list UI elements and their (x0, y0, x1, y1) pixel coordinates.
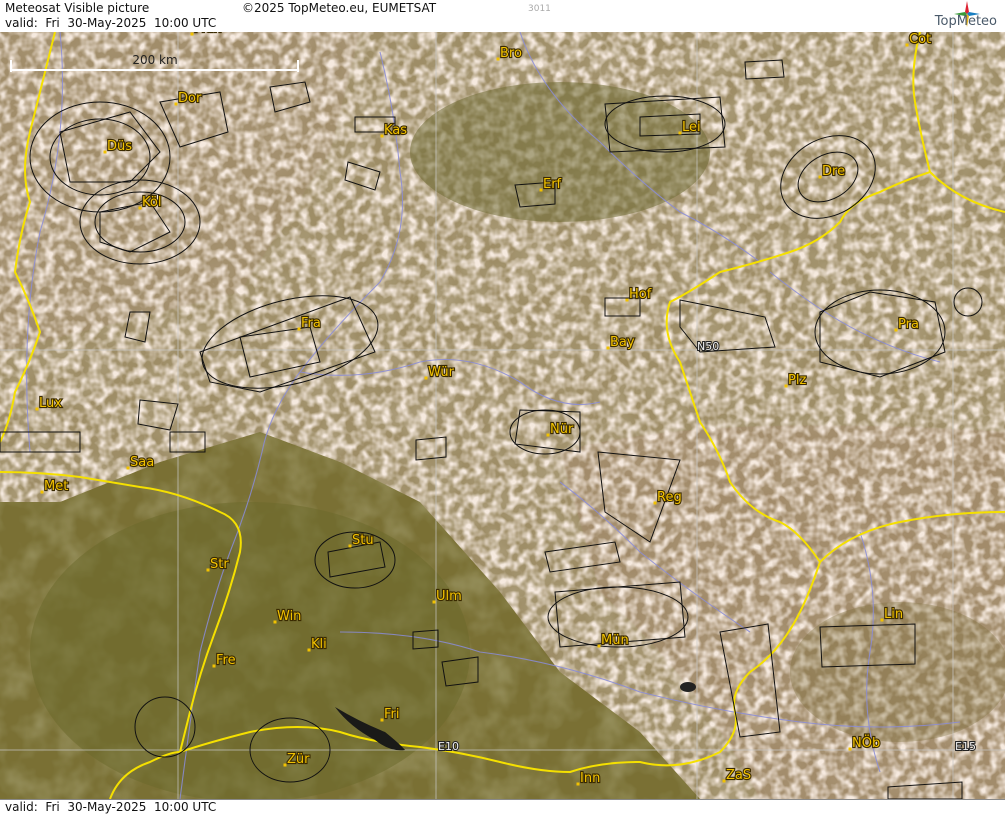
city-label-bro[interactable]: Bro (499, 45, 523, 62)
city-label-munster[interactable]: Mün (193, 32, 223, 37)
footer-bar: valid: Fri 30-May-2025 10:00 UTC (0, 799, 1005, 815)
city-label-bay[interactable]: Bay (609, 334, 636, 351)
city-label-zur[interactable]: Zür (286, 751, 311, 768)
satellite-map[interactable]: 200 km N50 E10 E15 Mün Bro Cot Dor Kas Lei Düs… (0, 32, 1005, 799)
city-label-lei[interactable]: Lei (681, 119, 702, 136)
city-label-dre[interactable]: Dre (821, 163, 846, 180)
product-code: 3011 (528, 4, 551, 14)
scale-label: 200 km (132, 53, 177, 67)
city-label-lux[interactable]: Lux (38, 395, 63, 412)
city-label-fra[interactable]: Fra (300, 315, 322, 332)
city-label-lin[interactable]: Lin (883, 606, 904, 623)
map-frame: Meteosat Visible picture valid: Fri 30-M… (0, 0, 1005, 815)
city-label-ulm[interactable]: Ulm (435, 588, 463, 605)
city-label-zas[interactable]: ZaS (725, 767, 752, 784)
grid-label-n50: N50 (697, 340, 719, 353)
grid-label-e10: E10 (438, 740, 459, 753)
city-label-dus[interactable]: Düs (106, 138, 133, 155)
header-bar: Meteosat Visible picture valid: Fri 30-M… (0, 0, 1005, 33)
city-label-cot[interactable]: Cot (908, 32, 932, 48)
city-label-plz[interactable]: Plz (787, 372, 808, 389)
city-label-nur[interactable]: Nür (549, 421, 575, 438)
logo-text: TopMeteo (934, 14, 997, 29)
city-label-fre[interactable]: Fre (215, 652, 237, 669)
city-label-munich[interactable]: Mün (600, 632, 630, 649)
lake-small (680, 682, 696, 692)
city-label-hof[interactable]: Hof (628, 286, 653, 303)
city-label-wur[interactable]: Wür (427, 364, 456, 381)
city-label-fri[interactable]: Fri (383, 706, 401, 723)
valid-time-top: valid: Fri 30-May-2025 10:00 UTC (5, 16, 217, 30)
city-label-stu[interactable]: Stu (351, 532, 375, 549)
city-label-nob[interactable]: NÖb (851, 733, 881, 752)
city-label-kas[interactable]: Kas (383, 122, 408, 139)
city-label-str[interactable]: Str (209, 556, 231, 573)
city-label-kol[interactable]: Köl (141, 194, 163, 211)
city-label-win[interactable]: Win (276, 608, 303, 625)
city-label-pra[interactable]: Pra (897, 316, 920, 333)
city-label-reg[interactable]: Reg (656, 489, 683, 506)
city-label-dor[interactable]: Dor (177, 90, 203, 107)
city-label-inn[interactable]: Inn (579, 770, 602, 787)
copyright-notice: ©2025 TopMeteo.eu, EUMETSAT (242, 1, 437, 15)
map-canvas[interactable]: 200 km N50 E10 E15 Mün Bro Cot Dor Kas Lei Düs… (0, 32, 1005, 799)
valid-time-bottom: valid: Fri 30-May-2025 10:00 UTC (5, 800, 217, 814)
map-title: Meteosat Visible picture (5, 1, 150, 15)
topmeteo-logo[interactable]: TopMeteo (887, 1, 997, 30)
clear-patch-southeast (790, 602, 1005, 742)
city-label-saa[interactable]: Saa (129, 454, 155, 471)
city-label-kli[interactable]: Kli (310, 636, 328, 653)
city-label-met[interactable]: Met (43, 478, 70, 495)
grid-label-e15: E15 (955, 740, 976, 753)
city-label-erf[interactable]: Erf (542, 176, 563, 193)
